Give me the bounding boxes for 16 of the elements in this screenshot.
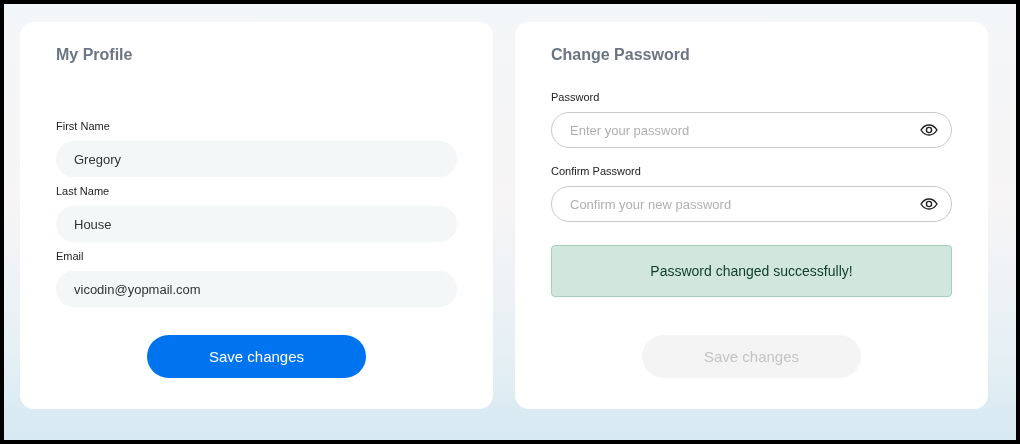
input-field[interactable]: Gregory — [56, 141, 457, 177]
input-field[interactable]: vicodin@yopmail.com — [56, 271, 457, 307]
field-label: Email — [56, 249, 85, 263]
field-label: Password — [551, 90, 601, 104]
card-title: My Profile — [56, 45, 133, 65]
input-field[interactable]: Enter your password — [551, 112, 952, 148]
field-label: Confirm Password — [551, 164, 642, 178]
card-title: Change Password — [551, 45, 690, 65]
input-field[interactable]: House — [56, 206, 457, 242]
field-label: First Name — [56, 119, 111, 133]
eye-icon[interactable] — [920, 198, 938, 210]
success-alert: Password changed successfully! — [551, 245, 952, 297]
save-button[interactable]: Save changes — [147, 335, 366, 378]
input-field[interactable]: Confirm your new password — [551, 186, 952, 222]
eye-icon[interactable] — [920, 124, 938, 136]
field-label: Last Name — [56, 184, 111, 198]
